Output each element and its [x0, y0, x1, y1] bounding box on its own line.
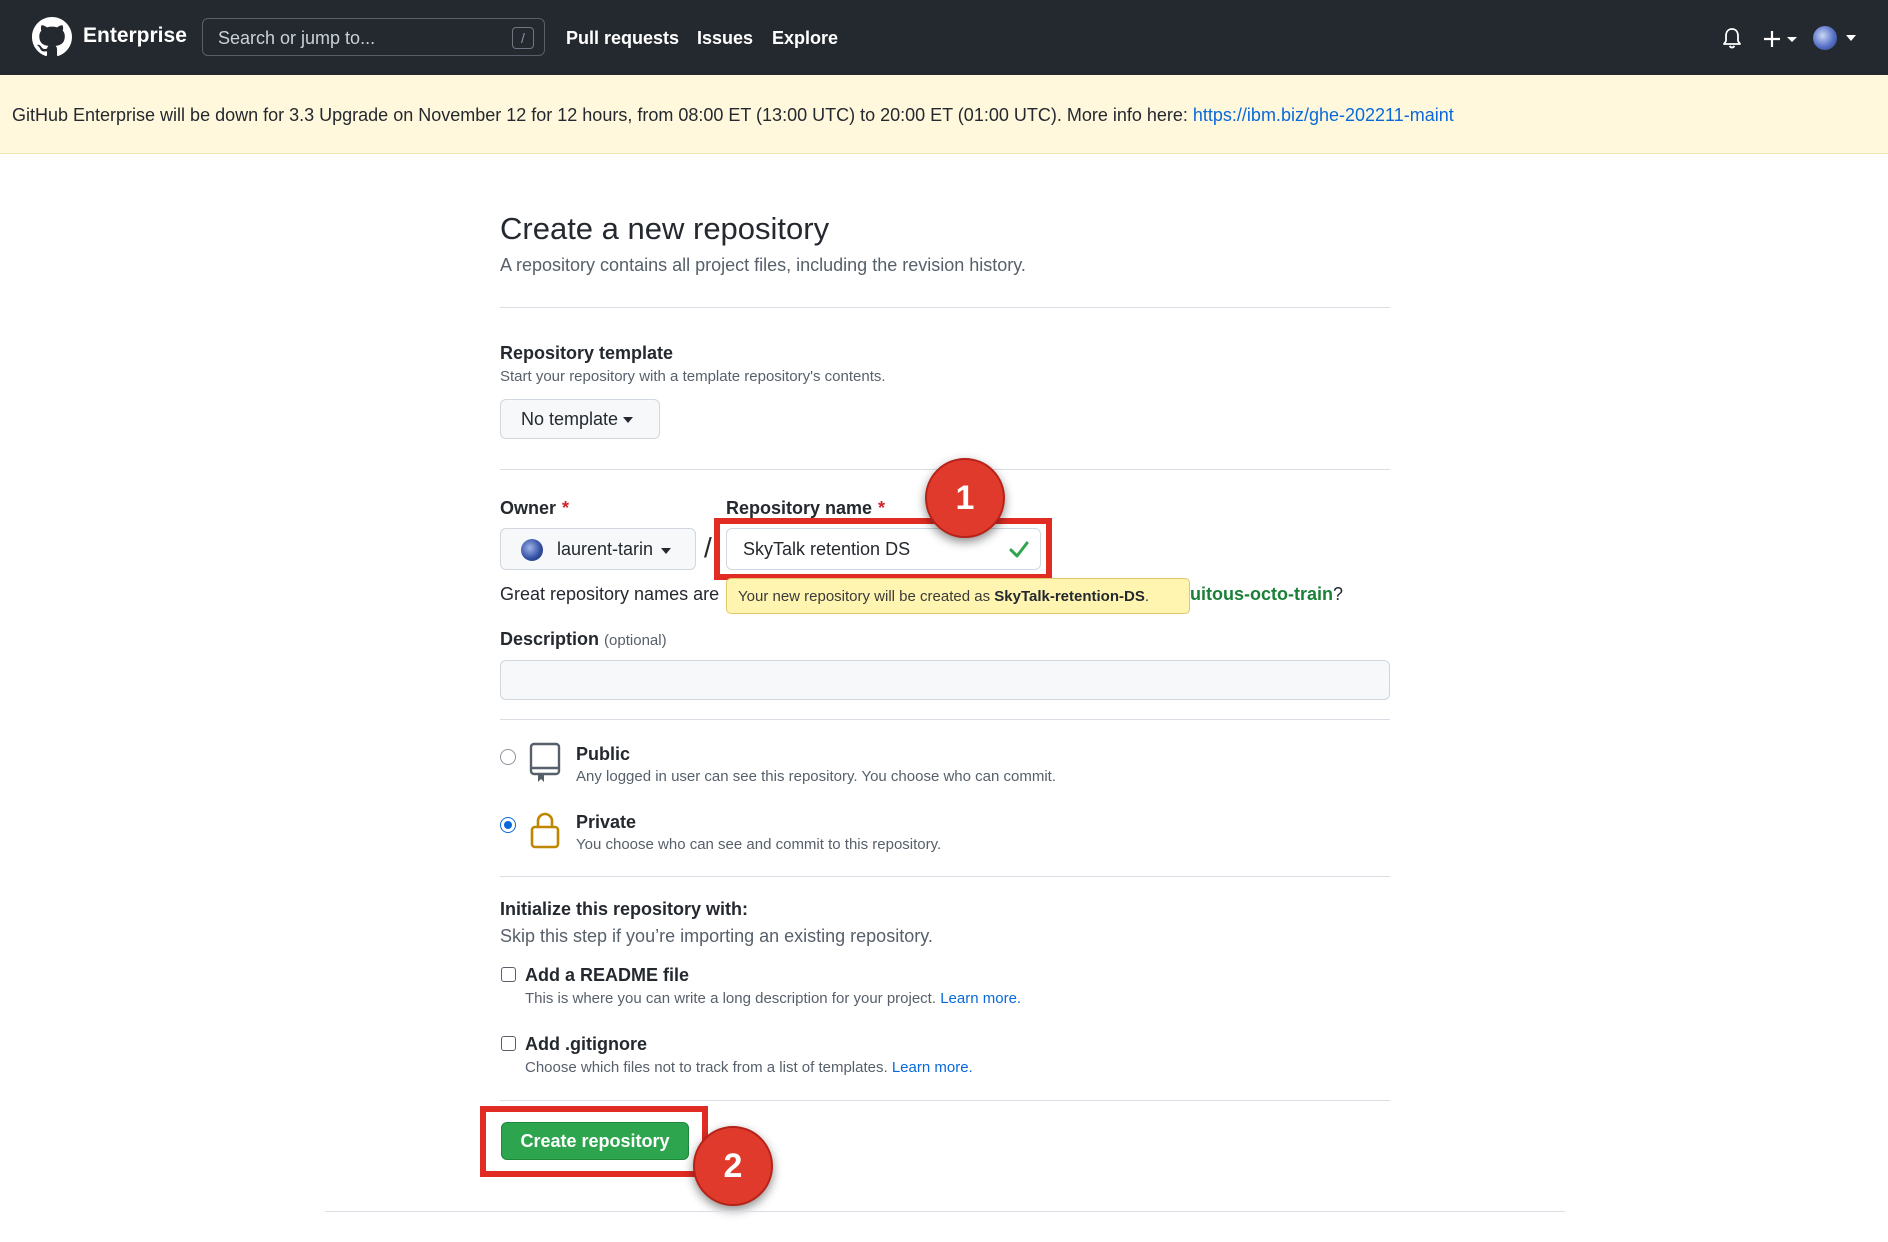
nav-pull-requests[interactable]: Pull requests [566, 28, 679, 49]
gitignore-learn-more-link[interactable]: Learn more. [892, 1059, 973, 1076]
gitignore-checkbox[interactable] [501, 1036, 516, 1051]
page-title: Create a new repository [500, 211, 830, 246]
readme-label: Add a README file [525, 965, 690, 985]
github-logo-icon[interactable] [32, 17, 72, 57]
template-note: Start your repository with a template re… [500, 368, 886, 385]
banner-text: GitHub Enterprise will be down for 3.3 U… [12, 105, 1193, 125]
hint-suffix: ? [1333, 584, 1344, 604]
private-title: Private [576, 812, 637, 832]
owner-repo-separator: / [704, 532, 712, 563]
private-radio[interactable] [500, 817, 516, 833]
owner-label: Owner * [500, 498, 569, 519]
public-desc: Any logged in user can see this reposito… [576, 768, 1056, 785]
divider [500, 307, 1390, 308]
divider [500, 1100, 1390, 1101]
public-radio[interactable] [500, 749, 516, 765]
repo-name-hint: Great repository names are [500, 584, 720, 604]
readme-desc-text: This is where you can write a long descr… [525, 990, 937, 1007]
repo-name-label-text: Repository name [726, 498, 873, 518]
gitignore-desc-text: Choose which files not to track from a l… [525, 1059, 888, 1076]
top-navbar: Enterprise Search or jump to... / Pull r… [0, 0, 1888, 75]
required-mark: * [562, 498, 570, 518]
bell-icon[interactable] [1722, 27, 1742, 49]
owner-select-button[interactable]: laurent-tarin [500, 528, 696, 570]
name-suggestion-link[interactable]: uitous-octo-train [1190, 584, 1333, 605]
lock-icon [530, 812, 560, 849]
banner-message: GitHub Enterprise will be down for 3.3 U… [12, 105, 1454, 126]
search-placeholder: Search or jump to... [218, 28, 376, 48]
template-label: Repository template [500, 343, 674, 363]
search-input[interactable]: Search or jump to... / [202, 18, 545, 56]
public-title: Public [576, 744, 631, 764]
nav-issues[interactable]: Issues [697, 28, 753, 49]
nav-explore[interactable]: Explore [772, 28, 838, 49]
tooltip-text: Your new repository will be created as [738, 588, 995, 605]
footer-divider [325, 1211, 1565, 1212]
tooltip-repo-name: SkyTalk-retention-DS [994, 588, 1145, 605]
page-lead: A repository contains all project files,… [500, 255, 1026, 275]
maintenance-banner: GitHub Enterprise will be down for 3.3 U… [0, 75, 1888, 154]
brand-name[interactable]: Enterprise [83, 24, 187, 48]
highlight-box-create-button [480, 1106, 708, 1177]
private-desc: You choose who can see and commit to thi… [576, 836, 942, 853]
caret-down-icon [623, 417, 633, 423]
divider [500, 719, 1390, 720]
readme-checkbox[interactable] [501, 967, 516, 982]
caret-down-icon [661, 548, 671, 554]
gitignore-desc: Choose which files not to track from a l… [525, 1059, 973, 1076]
divider [500, 876, 1390, 877]
chevron-down-icon [1846, 35, 1856, 41]
optional-tag: (optional) [604, 632, 667, 649]
template-select-button[interactable]: No template [500, 399, 660, 439]
readme-learn-more-link[interactable]: Learn more. [940, 990, 1021, 1007]
gitignore-label: Add .gitignore [525, 1034, 647, 1054]
plus-dropdown-icon[interactable] [1763, 29, 1799, 49]
description-input[interactable] [500, 660, 1390, 700]
required-mark: * [878, 498, 886, 518]
repo-name-tooltip: Your new repository will be created as S… [726, 578, 1190, 614]
template-select-label: No template [521, 409, 619, 429]
description-label-text: Description [500, 629, 600, 649]
repo-name-label: Repository name * [726, 498, 885, 519]
user-avatar-menu[interactable] [1813, 24, 1859, 52]
owner-avatar [521, 539, 543, 561]
banner-link[interactable]: https://ibm.biz/ghe-202211-maint [1193, 105, 1454, 125]
owner-name: laurent-tarin [557, 539, 654, 559]
step-badge-1: 1 [925, 458, 1005, 538]
init-title: Initialize this repository with: [500, 899, 749, 919]
init-note: Skip this step if you’re importing an ex… [500, 926, 933, 946]
search-shortcut-key: / [512, 27, 534, 49]
avatar [1813, 26, 1837, 50]
step-badge-2: 2 [693, 1126, 773, 1206]
repo-icon [529, 742, 561, 782]
tooltip-suffix: . [1144, 588, 1150, 605]
highlight-box-repo-name [714, 518, 1052, 580]
description-label: Description (optional) [500, 629, 667, 650]
owner-label-text: Owner [500, 498, 557, 518]
readme-desc: This is where you can write a long descr… [525, 990, 1021, 1007]
